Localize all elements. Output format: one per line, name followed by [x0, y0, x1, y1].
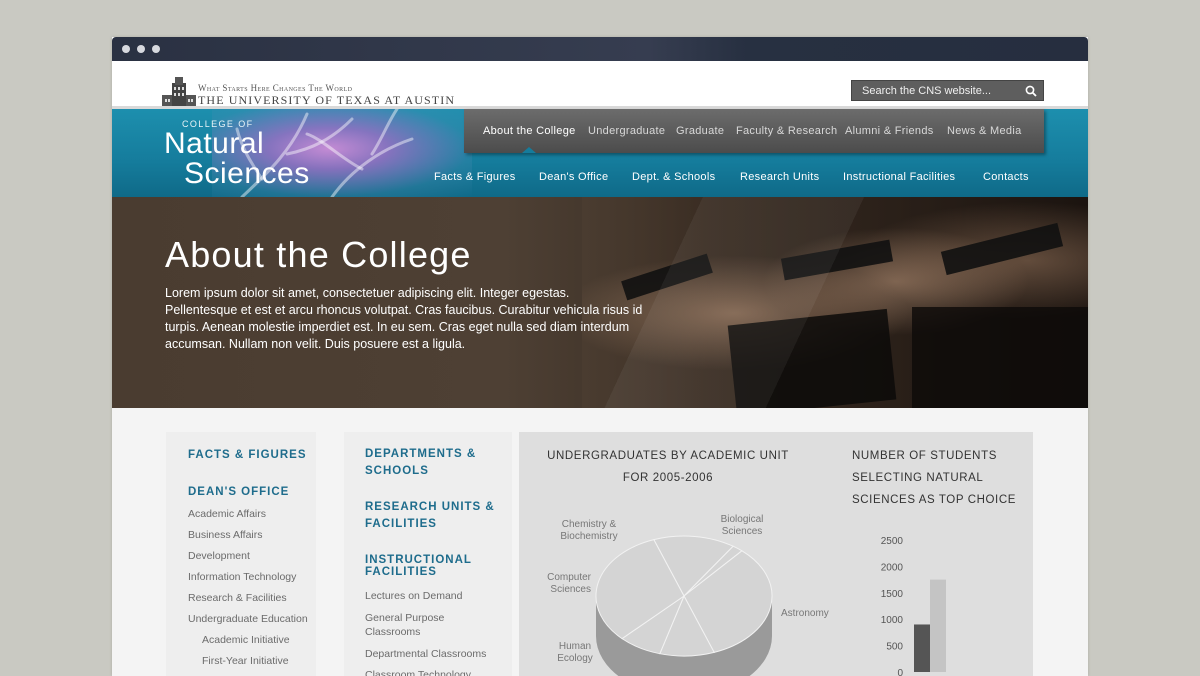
logo-natural[interactable]: Natural	[164, 127, 264, 161]
window-dot-icon[interactable]	[152, 45, 160, 53]
departments-heading-line2[interactable]: SCHOOLS	[365, 463, 429, 480]
research-units-heading-line1[interactable]: RESEARCH UNITS &	[365, 499, 495, 516]
hero-title: About the College	[165, 234, 472, 275]
nav-faculty-research[interactable]: Faculty & Research	[736, 125, 837, 137]
link-general-purpose[interactable]: General Purpose	[365, 611, 444, 625]
tagline: What Starts Here Changes The World	[198, 83, 353, 93]
subnav-instructional-facilities[interactable]: Instructional Facilities	[843, 171, 955, 183]
link-academic-affairs[interactable]: Academic Affairs	[188, 507, 266, 521]
pie-label: Biological Sciences	[702, 514, 782, 538]
top-header: What Starts Here Changes The World THE U…	[112, 61, 1088, 109]
y-tick-label: 1000	[881, 615, 904, 626]
departments-column: DEPARTMENTS & SCHOOLS RESEARCH UNITS & F…	[344, 432, 512, 676]
active-tab-indicator	[522, 147, 536, 153]
link-research-facilities[interactable]: Research & Facilities	[188, 591, 287, 605]
pie-label-line: Human	[558, 641, 592, 652]
bar	[930, 579, 946, 672]
pie-label-line: Sciences	[550, 584, 591, 595]
link-undergraduate-education[interactable]: Undergraduate Education	[188, 612, 308, 626]
content-area: FACTS & FIGURES DEAN'S OFFICE Academic A…	[112, 408, 1088, 676]
link-classrooms[interactable]: Classrooms	[365, 625, 420, 639]
link-classroom-technology[interactable]: Classroom Technology	[365, 668, 471, 676]
nav-undergraduate[interactable]: Undergraduate	[588, 125, 665, 137]
pie-label-line: Chemistry &	[561, 519, 617, 530]
nav-alumni-friends[interactable]: Alumni & Friends	[845, 125, 934, 137]
facts-column: FACTS & FIGURES DEAN'S OFFICE Academic A…	[166, 432, 316, 676]
ut-tower-icon	[162, 77, 196, 109]
charts-panel: UNDERGRADUATES BY ACADEMIC UNIT FOR 2005…	[519, 432, 1033, 676]
pie-label-line: Ecology	[557, 653, 593, 664]
pie-label-line: Biochemistry	[560, 531, 618, 542]
deans-office-heading[interactable]: DEAN'S OFFICE	[188, 484, 289, 501]
y-tick-label: 2500	[881, 536, 904, 547]
window-dot-icon[interactable]	[122, 45, 130, 53]
hero-text: Lorem ipsum dolor sit amet, consectetuer…	[165, 286, 643, 351]
pie-chart	[595, 535, 773, 676]
bar-chart-title-line1: NUMBER OF STUDENTS	[852, 450, 997, 462]
y-tick-label: 500	[886, 642, 903, 653]
pie-label-line: Biological	[720, 514, 764, 525]
y-tick-label: 0	[897, 668, 903, 676]
hero: About the College Lorem ipsum dolor sit …	[112, 197, 1088, 408]
subnav-deans-office[interactable]: Dean's Office	[539, 171, 608, 183]
subnav-dept-schools[interactable]: Dept. & Schools	[632, 171, 715, 183]
browser-chrome	[112, 37, 1088, 61]
facts-figures-heading[interactable]: FACTS & FIGURES	[188, 447, 307, 464]
nav-news-media[interactable]: News & Media	[947, 125, 1022, 137]
bar	[914, 624, 930, 672]
subnav-facts-figures[interactable]: Facts & Figures	[434, 171, 516, 183]
research-units-heading-line2[interactable]: FACILITIES	[365, 516, 437, 533]
bar-chart-title-line3: SCIENCES AS TOP CHOICE	[852, 494, 1017, 506]
bar-chart-title-line2: SELECTING NATURAL	[852, 472, 984, 484]
pie-label: Chemistry & Biochemistry	[541, 519, 637, 543]
y-tick-label: 2000	[881, 562, 904, 573]
subnav-contacts[interactable]: Contacts	[983, 171, 1029, 183]
pie-label-line: Sciences	[721, 526, 763, 537]
link-information-technology[interactable]: Information Technology	[188, 570, 296, 584]
instructional-heading-line2[interactable]: FACILITIES	[365, 564, 437, 581]
link-first-year-initiative[interactable]: First-Year Initiative	[202, 654, 289, 668]
pie-label: Astronomy	[781, 608, 861, 620]
subnav-research-units[interactable]: Research Units	[740, 171, 819, 183]
pie-label: Human Ecology	[539, 641, 611, 665]
search-box	[851, 80, 1044, 101]
link-departmental-classrooms[interactable]: Departmental Classrooms	[365, 647, 486, 661]
link-development[interactable]: Development	[188, 549, 250, 563]
pie-label: Computer Sciences	[529, 572, 591, 596]
window-dot-icon[interactable]	[137, 45, 145, 53]
y-tick-label: 1500	[881, 589, 904, 600]
link-business-affairs[interactable]: Business Affairs	[188, 528, 263, 542]
link-lectures-on-demand[interactable]: Lectures on Demand	[365, 589, 462, 603]
logo-sciences[interactable]: Sciences	[184, 157, 310, 191]
banner: COLLEGE OF Natural Sciences About the Co…	[112, 107, 1088, 199]
bar-chart: 2500 2000 1500 1000 500 0	[881, 536, 946, 676]
departments-heading-line1[interactable]: DEPARTMENTS &	[365, 446, 476, 463]
nav-graduate[interactable]: Graduate	[676, 125, 724, 137]
pie-label-line: Astronomy	[781, 608, 829, 619]
browser-window: What Starts Here Changes The World THE U…	[112, 37, 1088, 676]
nav-about-the-college[interactable]: About the College	[483, 125, 576, 137]
pie-label-line: Computer	[547, 572, 591, 583]
link-academic-initiative[interactable]: Academic Initiative	[202, 633, 290, 647]
search-icon[interactable]	[1024, 84, 1038, 98]
search-input[interactable]	[852, 81, 1020, 100]
